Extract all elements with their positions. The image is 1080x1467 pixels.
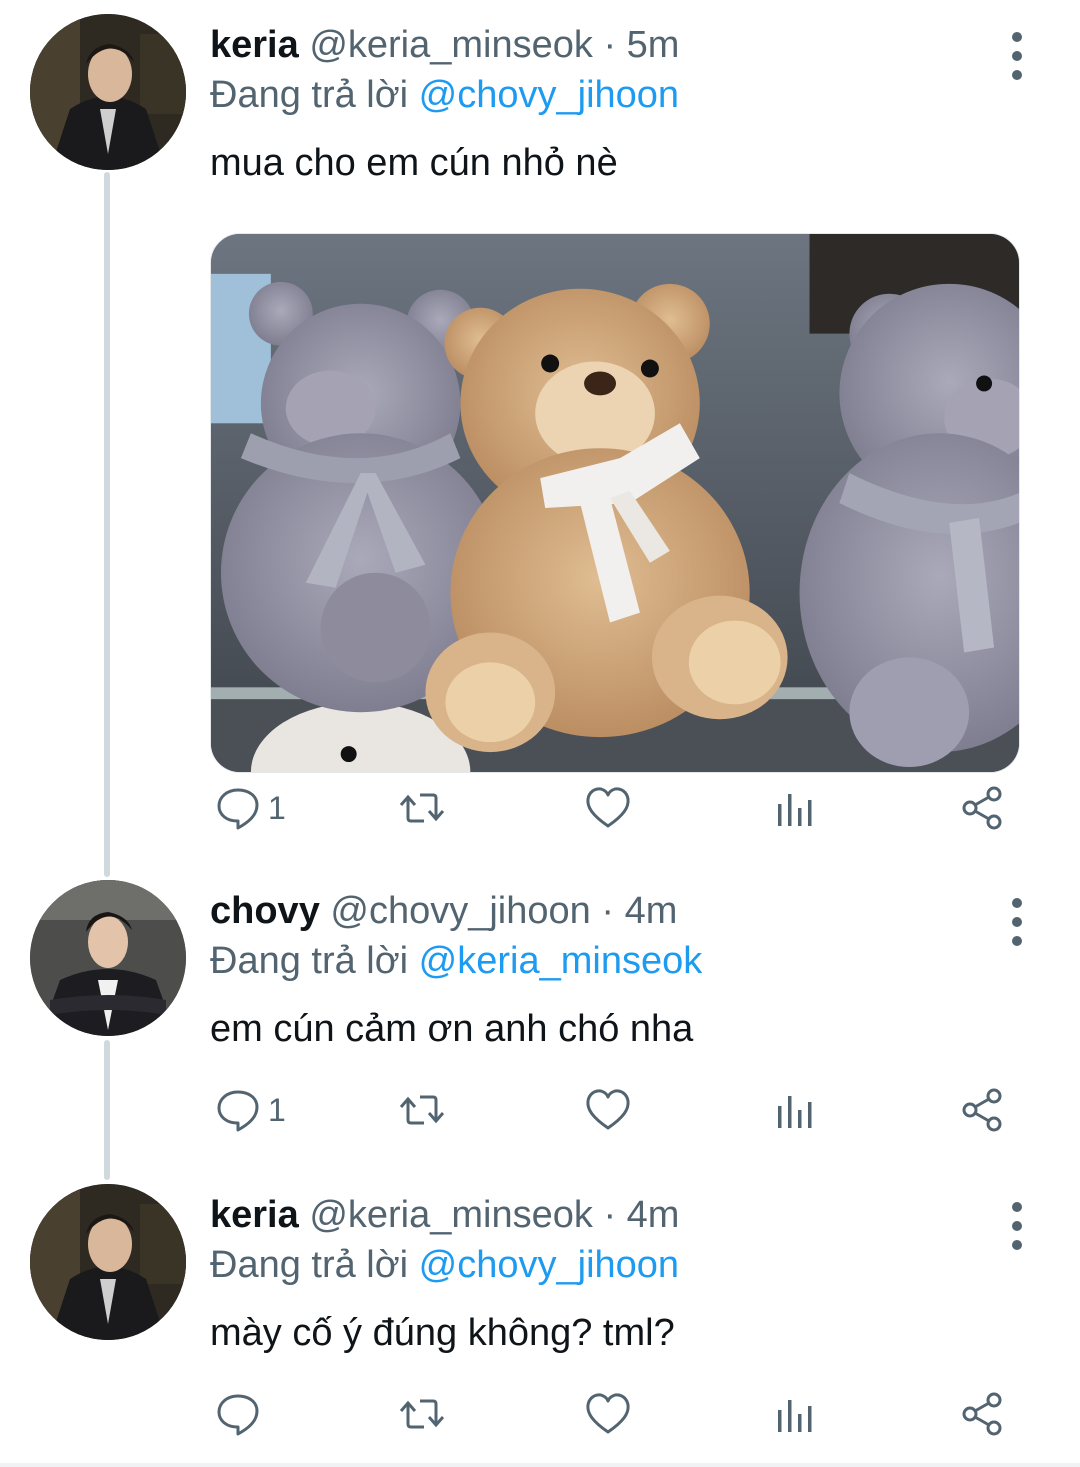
retweet-icon: [399, 1095, 445, 1125]
share-icon: [962, 1392, 1002, 1436]
analytics-button[interactable]: [772, 780, 820, 836]
user-handle[interactable]: @keria_minseok: [309, 24, 593, 66]
more-vertical-icon[interactable]: [1002, 32, 1032, 80]
mention-link[interactable]: @keria_minseok: [419, 940, 703, 982]
avatar-image: [30, 880, 186, 1036]
replying-to: Đang trả lời @keria_minseok: [210, 936, 702, 986]
reply-count: 1: [268, 1091, 286, 1128]
tweet-actions: 1: [210, 1082, 1030, 1138]
more-vertical-icon[interactable]: [1002, 1202, 1032, 1250]
display-name[interactable]: keria: [210, 24, 299, 66]
timestamp[interactable]: 5m: [627, 24, 680, 66]
timestamp[interactable]: 4m: [627, 1194, 680, 1236]
separator-dot: ·: [601, 890, 615, 932]
retweet-button[interactable]: [398, 780, 446, 836]
tweet-header: chovy @chovy_jihoon · 4m: [210, 886, 677, 936]
tweet-media-image[interactable]: [210, 233, 1020, 773]
tweet-header: keria @keria_minseok · 4m: [210, 1190, 679, 1240]
reply-icon: [217, 1394, 259, 1436]
tweet[interactable]: chovy @chovy_jihoon · 4m Đang trả lời @k…: [0, 880, 1080, 1180]
reply-button[interactable]: 1: [214, 1082, 286, 1138]
avatar-image: [30, 14, 186, 170]
replying-label: Đang trả lời: [210, 1244, 409, 1286]
tweet-actions: [210, 1386, 1030, 1442]
retweet-button[interactable]: [398, 1082, 446, 1138]
analytics-button[interactable]: [772, 1082, 820, 1138]
tweet-actions: 1: [210, 780, 1030, 836]
display-name[interactable]: chovy: [210, 890, 320, 932]
reply-count: 1: [268, 789, 286, 826]
analytics-icon: [778, 794, 812, 826]
like-icon: [586, 787, 630, 828]
share-button[interactable]: [958, 1082, 1006, 1138]
retweet-button[interactable]: [398, 1386, 446, 1442]
separator-dot: ·: [603, 24, 617, 66]
like-icon: [586, 1089, 630, 1130]
tweet-text: mua cho em cún nhỏ nè: [210, 142, 618, 184]
user-handle[interactable]: @chovy_jihoon: [330, 890, 590, 932]
replying-label: Đang trả lời: [210, 74, 409, 116]
retweet-icon: [399, 1399, 445, 1429]
share-icon: [962, 786, 1002, 830]
like-icon: [586, 1393, 630, 1434]
replying-label: Đang trả lời: [210, 940, 409, 982]
user-handle[interactable]: @keria_minseok: [309, 1194, 593, 1236]
analytics-button[interactable]: [772, 1386, 820, 1442]
analytics-icon: [778, 1400, 812, 1432]
avatar[interactable]: [30, 14, 186, 170]
mention-link[interactable]: @chovy_jihoon: [419, 1244, 679, 1286]
share-icon: [962, 1088, 1002, 1132]
analytics-icon: [778, 1096, 812, 1128]
tweet-text: em cún cảm ơn anh chó nha: [210, 1008, 694, 1050]
replying-to: Đang trả lời @chovy_jihoon: [210, 70, 679, 120]
share-button[interactable]: [958, 1386, 1006, 1442]
timestamp[interactable]: 4m: [625, 890, 678, 932]
tweet[interactable]: keria @keria_minseok · 5m Đang trả lời @…: [0, 14, 1080, 864]
teddy-bears-photo: [211, 234, 1019, 772]
tweet-header: keria @keria_minseok · 5m: [210, 20, 679, 70]
share-button[interactable]: [958, 780, 1006, 836]
retweet-icon: [399, 793, 445, 823]
like-button[interactable]: [584, 1082, 632, 1138]
reply-button[interactable]: [214, 1386, 268, 1442]
avatar[interactable]: [30, 1184, 186, 1340]
display-name[interactable]: keria: [210, 1194, 299, 1236]
replying-to: Đang trả lời @chovy_jihoon: [210, 1240, 679, 1290]
like-button[interactable]: [584, 1386, 632, 1442]
tweet[interactable]: keria @keria_minseok · 4m Đang trả lời @…: [0, 1184, 1080, 1467]
like-button[interactable]: [584, 780, 632, 836]
avatar-image: [30, 1184, 186, 1340]
separator-dot: ·: [603, 1194, 617, 1236]
more-vertical-icon[interactable]: [1002, 898, 1032, 946]
divider: [0, 1463, 1080, 1467]
mention-link[interactable]: @chovy_jihoon: [419, 74, 679, 116]
tweet-text: mày cố ý đúng không? tml?: [210, 1312, 675, 1354]
reply-button[interactable]: 1: [214, 780, 286, 836]
avatar[interactable]: [30, 880, 186, 1036]
reply-icon: [217, 1090, 259, 1132]
reply-icon: [217, 788, 259, 830]
